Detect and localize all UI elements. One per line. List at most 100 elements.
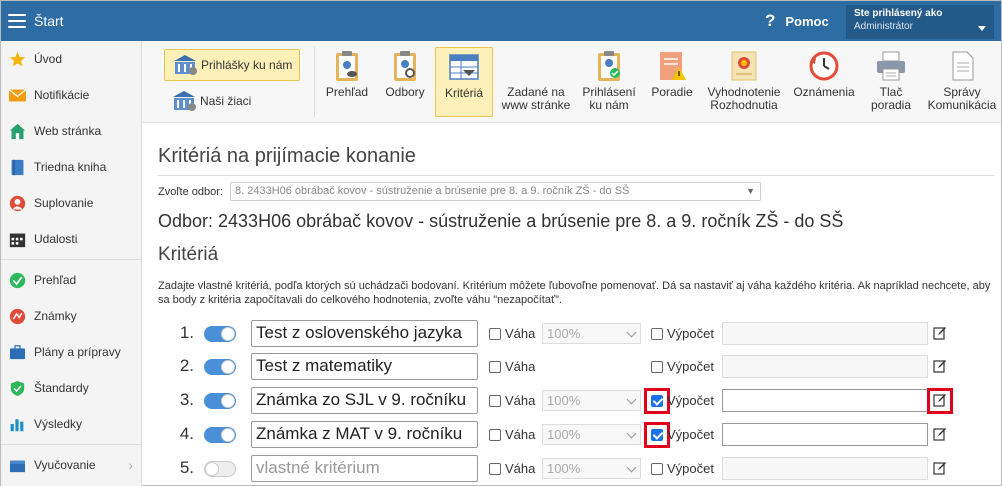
nasi-ziaci-button[interactable]: Naši žiaci — [164, 87, 300, 115]
top-bar: Štart ? Pomoc Ste prihlásený ako Adminis… — [1, 1, 1001, 41]
chevron-down-icon — [626, 428, 637, 439]
edit-icon[interactable] — [933, 326, 947, 340]
user-menu[interactable]: Ste prihlásený ako Administrátor — [846, 5, 994, 39]
clock-icon — [809, 51, 839, 81]
criteria-row: 1. Test z oslovenského jazyka Váha 100% Výpo… — [142, 320, 1001, 348]
toggle-knob — [221, 360, 235, 374]
poradie-button[interactable]: Poradie — [646, 47, 698, 117]
criteria-toggle[interactable] — [204, 461, 236, 477]
criteria-toggle[interactable] — [204, 393, 236, 409]
vypocet-input[interactable] — [722, 457, 928, 480]
sidebar-item-udalosti[interactable]: Udalosti — [1, 221, 141, 257]
criteria-name-input[interactable]: Známka z MAT v 9. ročníku — [251, 421, 478, 448]
prihlasky-button[interactable]: Prihlášky ku nám — [164, 49, 300, 81]
prehlad-label: Prehľad — [325, 85, 369, 99]
sidebar-item-uvod[interactable]: Úvod — [1, 41, 141, 77]
sidebar-item-label: Web stránka — [34, 124, 102, 138]
sidebar-item-znamky[interactable]: Známky — [1, 298, 141, 334]
odbor-select-label: Zvoľte odbor: — [158, 186, 223, 198]
odbor-select[interactable]: 8. 2433H06 obrábač kovov - sústruženie a… — [230, 182, 761, 201]
vaha-label: Váha — [505, 326, 536, 341]
vypocet-input[interactable] — [722, 389, 928, 412]
calendar-icon — [8, 230, 26, 248]
shield-check-icon — [8, 379, 26, 397]
prehlad-button[interactable]: Prehľad — [322, 47, 372, 117]
vypocet-checkbox[interactable] — [651, 361, 663, 373]
caret-down-icon — [978, 26, 986, 31]
sidebar-item-label: Úvod — [34, 52, 63, 66]
kriteria-button[interactable]: Kritériá — [435, 47, 493, 117]
person-icon — [8, 194, 26, 212]
vaha-checkbox[interactable] — [489, 328, 501, 340]
sidebar: Úvod Notifikácie Web stránka Triedna kni… — [1, 41, 142, 486]
oznamenia-button[interactable]: Oznámenia — [790, 47, 858, 117]
home-icon — [8, 122, 26, 140]
book-icon — [8, 158, 26, 176]
sidebar-item-standardy[interactable]: Štandardy — [1, 370, 141, 406]
sidebar-item-label: Známky — [34, 309, 77, 323]
sidebar-item-web-stranka[interactable]: Web stránka — [1, 113, 141, 149]
vypocet-input[interactable] — [722, 355, 928, 378]
criteria-name-input[interactable]: Test z matematiky — [251, 353, 478, 380]
criteria-name-input[interactable]: Test z oslovenského jazyka — [251, 320, 478, 347]
vaha-checkbox[interactable] — [489, 429, 501, 441]
edit-icon[interactable] — [933, 461, 947, 475]
briefcase-icon — [8, 343, 26, 361]
toggle-knob — [205, 462, 219, 476]
vypocet-checkbox[interactable] — [651, 463, 663, 475]
criteria-name-input[interactable]: Známka zo SJL v 9. ročníku — [251, 387, 478, 414]
sidebar-item-plany[interactable]: Plány a prípravy — [1, 334, 141, 370]
zadane-button[interactable]: Zadané na www stránke — [500, 47, 572, 117]
row-number: 2. — [179, 356, 194, 375]
vypocet-input[interactable] — [722, 322, 928, 345]
help-label: Pomoc — [785, 13, 829, 29]
vypocet-checkbox[interactable] — [651, 328, 663, 340]
sidebar-item-label: Suplovanie — [34, 196, 94, 210]
sidebar-item-notifikacie[interactable]: Notifikácie — [1, 77, 141, 113]
criteria-toggle[interactable] — [204, 359, 236, 375]
vaha-select[interactable]: 100% — [542, 390, 641, 411]
vaha-checkbox[interactable] — [489, 395, 501, 407]
sidebar-item-vysledky[interactable]: Výsledky — [1, 406, 141, 442]
vypocet-label: Výpočet — [667, 393, 714, 408]
criteria-name-input[interactable]: vlastné kritérium — [251, 455, 478, 482]
help-button[interactable]: ? Pomoc — [765, 11, 829, 31]
edit-icon[interactable] — [933, 427, 947, 441]
sidebar-item-vyucovanie[interactable]: Vyučovanie › — [1, 447, 141, 483]
tlac-button[interactable]: Tlač poradia — [865, 47, 917, 117]
sidebar-item-label: Triedna kniha — [34, 160, 107, 174]
edit-icon[interactable] — [933, 359, 947, 373]
prihlaseni-button[interactable]: Prihlásení ku nám — [580, 47, 638, 117]
vaha-value: 100% — [547, 461, 581, 476]
main-content: Kritériá na prijímacie konanie Zvoľte od… — [142, 123, 1001, 486]
sidebar-item-prehlad[interactable]: Prehľad — [1, 262, 141, 298]
vyhodnotenie-label-2: Rozhodnutia — [710, 98, 778, 112]
toggle-knob — [221, 428, 235, 442]
criteria-toggle[interactable] — [204, 427, 236, 443]
vyhodnotenie-button[interactable]: Vyhodnotenie Rozhodnutia — [704, 47, 784, 117]
spravy-button[interactable]: Správy Komunikácia — [926, 47, 998, 117]
grade-icon — [8, 307, 26, 325]
vaha-select[interactable]: 100% — [542, 458, 641, 479]
spravy-label-2: Komunikácia — [927, 98, 997, 112]
app-title: Štart — [34, 13, 64, 29]
question-icon: ? — [765, 11, 776, 30]
box-icon — [8, 456, 26, 474]
vypocet-input[interactable] — [722, 423, 928, 446]
vaha-checkbox[interactable] — [489, 463, 501, 475]
criteria-toggle[interactable] — [204, 326, 236, 342]
vaha-select[interactable]: 100% — [542, 424, 641, 445]
sidebar-item-triedna-kniha[interactable]: Triedna kniha — [1, 149, 141, 185]
toolbar: Prihlášky ku nám Naši žiaci Prehľad Odbo… — [142, 41, 1001, 123]
vaha-label: Váha — [505, 427, 536, 442]
odbory-button[interactable]: Odbory — [380, 47, 430, 117]
nasi-ziaci-label: Naši žiaci — [200, 94, 252, 108]
vaha-checkbox[interactable] — [489, 361, 501, 373]
menu-icon[interactable] — [8, 14, 26, 28]
vaha-select[interactable]: 100% — [542, 323, 641, 344]
certificate-icon — [731, 51, 757, 81]
row-number: 3. — [179, 390, 194, 409]
toggle-knob — [221, 394, 235, 408]
vaha-label: Váha — [505, 461, 536, 476]
sidebar-item-suplovanie[interactable]: Suplovanie — [1, 185, 141, 221]
